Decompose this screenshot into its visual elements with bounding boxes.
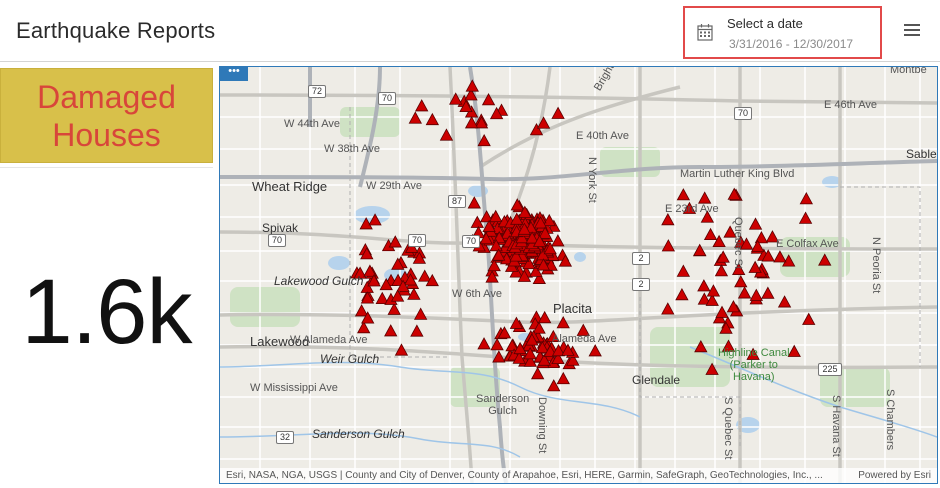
date-selector[interactable]: Select a date 3/31/2016 - 12/30/2017 [683, 6, 882, 59]
map-label-w-alameda: W Alameda Ave [290, 334, 368, 346]
map-label-e23: E 23rd Ave [665, 203, 719, 215]
indicator-title-line2: Houses [52, 116, 161, 153]
earthquake-marker[interactable] [530, 366, 545, 380]
app-title: Earthquake Reports [16, 18, 216, 43]
app-header: Earthquake Reports Select a date 3/31/20… [0, 0, 940, 62]
map-label-e-colfax: E Colfax Ave [776, 238, 839, 250]
earthquake-marker[interactable] [798, 211, 813, 224]
earthquake-marker[interactable] [714, 264, 729, 277]
earthquake-marker[interactable] [551, 106, 565, 119]
earthquake-marker[interactable] [676, 188, 691, 201]
map-label-sanderson: Sanderson Gulch [476, 393, 530, 417]
shield-2: 2 [632, 278, 650, 291]
map-label-placita: Placita [553, 301, 593, 316]
map-label-quebec: Quebec St [732, 217, 744, 269]
earthquake-marker[interactable] [777, 295, 792, 308]
date-range-value: 3/31/2016 - 12/30/2017 [729, 37, 854, 51]
map-label-w6: W 6th Ave [452, 288, 502, 300]
indicator-divider [0, 167, 213, 168]
map-view[interactable]: ••• Wheat Ridge Spivak Lakewood Lakewood… [219, 66, 938, 484]
map-label-weir-gulch: Weir Gulch [320, 352, 380, 366]
earthquake-marker[interactable] [547, 379, 561, 392]
map-label-n-york: N York St [586, 157, 598, 203]
earthquake-marker[interactable] [715, 305, 729, 318]
shield-225: 225 [818, 363, 842, 376]
calendar-icon [697, 24, 713, 41]
map-label-sanderson-gulch: Sanderson Gulch [312, 427, 405, 441]
earthquake-marker[interactable] [425, 112, 440, 126]
indicator-title-line1: Damaged [37, 78, 176, 115]
map-label-havana: S Havana St [830, 395, 842, 457]
map-label-s-quebec: S Quebec St [722, 397, 734, 460]
shield-72: 72 [308, 85, 326, 98]
earthquake-marker[interactable] [467, 196, 481, 209]
earthquake-marker[interactable] [410, 324, 424, 337]
map-label-chambers: S Chambers [884, 389, 896, 451]
indicator-header: Damaged Houses [0, 68, 213, 163]
map-label-w-mississippi: W Mississippi Ave [250, 382, 338, 394]
map-label-sable: Sable [906, 147, 937, 161]
earthquake-marker[interactable] [698, 191, 712, 204]
map-label-w44: W 44th Ave [284, 118, 341, 130]
map-label-alameda: Alameda Ave [552, 333, 617, 345]
shield-70: 70 [378, 92, 396, 105]
indicator-value: 1.6k [21, 261, 193, 363]
earthquake-marker[interactable] [676, 264, 691, 277]
map-label-w29: W 29th Ave [366, 180, 423, 192]
earthquake-marker[interactable] [588, 344, 602, 357]
earthquake-marker[interactable] [551, 234, 565, 247]
earthquake-marker[interactable] [799, 192, 813, 205]
shield-87: 87 [448, 195, 466, 208]
earthquake-marker[interactable] [761, 286, 775, 299]
shield-70: 70 [734, 107, 752, 120]
map-attribution: Esri, NASA, NGA, USGS | County and City … [220, 468, 937, 483]
shield-70: 70 [408, 234, 426, 247]
map-label-e40: E 40th Ave [576, 130, 630, 142]
earthquake-marker[interactable] [661, 213, 675, 226]
attribution-text: Esri, NASA, NGA, USGS | County and City … [226, 470, 823, 481]
shield-70: 70 [462, 235, 480, 248]
map-label-glendale: Glendale [632, 373, 681, 387]
earthquake-marker[interactable] [465, 79, 479, 92]
map-label-peoria: N Peoria St [870, 237, 882, 294]
earthquake-marker[interactable] [384, 324, 398, 337]
indicator-panel: Damaged Houses 1.6k [0, 64, 216, 488]
earthquake-marker[interactable] [354, 304, 369, 317]
earthquake-marker[interactable] [661, 302, 675, 315]
menu-icon[interactable] [904, 22, 924, 40]
shield-32: 32 [276, 431, 294, 444]
map-label-spivak: Spivak [262, 221, 299, 235]
map-label-w38: W 38th Ave [324, 143, 381, 155]
map-options-button[interactable]: ••• [220, 67, 248, 81]
map-label-highline-canal: Highline Canal (Parker to Havana) [718, 347, 790, 383]
earthquake-marker[interactable] [787, 344, 801, 357]
map-label-wheat-ridge: Wheat Ridge [252, 179, 328, 194]
earthquake-marker[interactable] [675, 287, 689, 301]
shield-2: 2 [632, 252, 650, 265]
earthquake-marker[interactable] [413, 307, 428, 320]
map-label-mlk: Martin Luther King Blvd [680, 168, 795, 180]
map-label-montbello: Montbe [890, 66, 927, 76]
earthquake-marker[interactable] [477, 337, 491, 350]
earthquake-marker[interactable] [415, 99, 429, 112]
earthquake-marker[interactable] [418, 269, 432, 282]
earthquake-marker[interactable] [661, 239, 676, 252]
map-label-downing: Downing St [536, 397, 548, 454]
map-label-e46: E 46th Ave [824, 99, 878, 111]
shield-70: 70 [268, 234, 286, 247]
earthquake-marker[interactable] [556, 371, 570, 385]
map-label-lakewood-gulch: Lakewood Gulch [274, 274, 364, 288]
date-selector-label: Select a date [727, 16, 803, 31]
earthquake-marker[interactable] [387, 302, 401, 315]
powered-by-esri[interactable]: Powered by Esri [858, 468, 931, 483]
